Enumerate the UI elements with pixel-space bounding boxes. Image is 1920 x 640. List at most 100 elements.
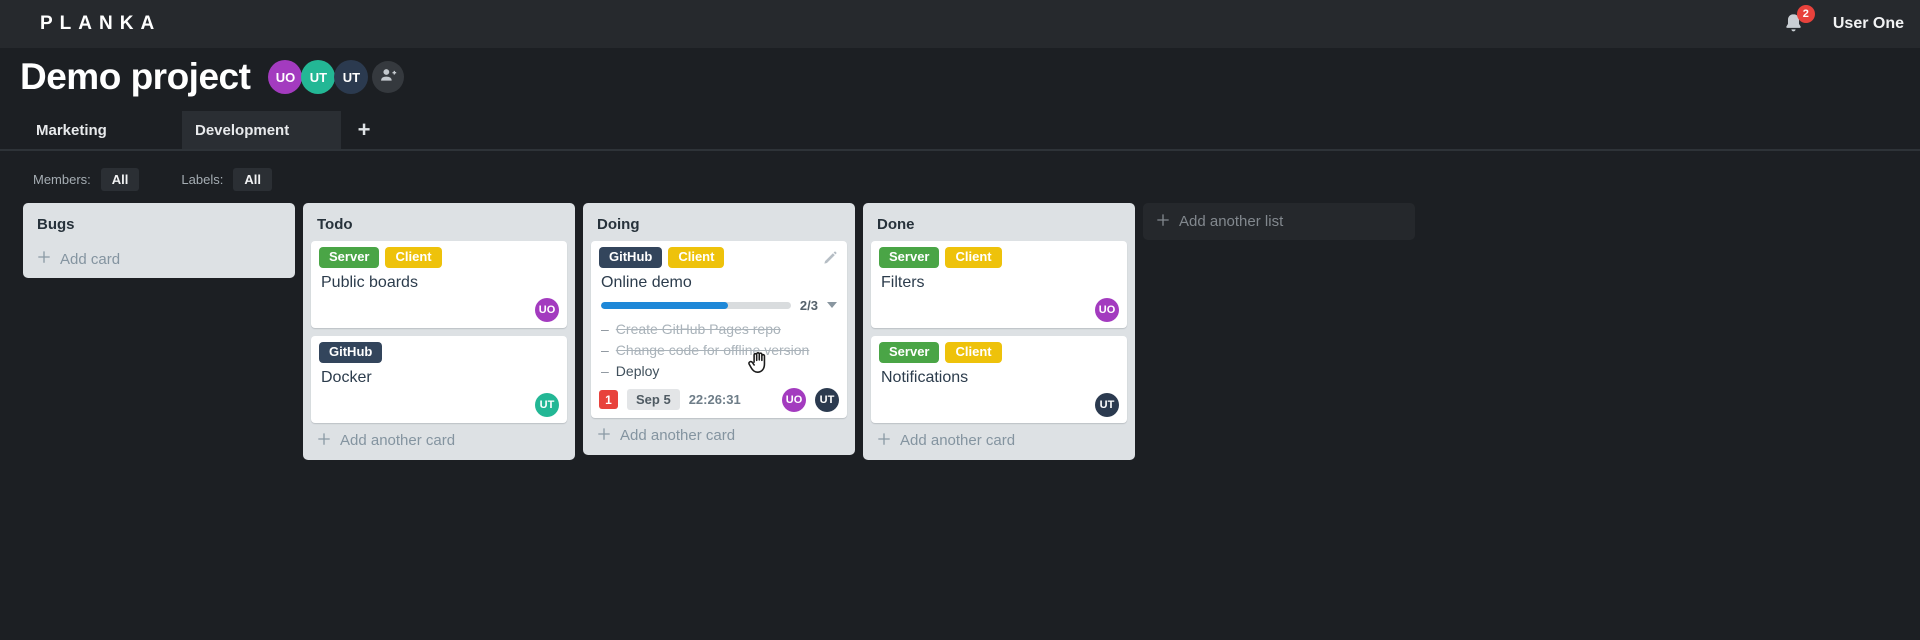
card-notifications[interactable]: Server Client Notifications UT <box>871 335 1127 423</box>
label-client: Client <box>385 247 442 268</box>
task-progress: 2/3 <box>601 298 837 313</box>
avatar[interactable]: UT <box>334 60 369 94</box>
app-bar: PLANKA 2 User One <box>0 0 1920 48</box>
add-card-button[interactable]: Add another card <box>863 423 1135 454</box>
card-title: Filters <box>881 273 925 291</box>
avatar[interactable]: UT <box>301 60 336 94</box>
card-labels: Server Client <box>879 247 1119 268</box>
person-plus-icon <box>378 65 398 90</box>
card-docker[interactable]: GitHub Docker UT <box>311 335 567 423</box>
add-card-button[interactable]: Add card <box>23 241 295 272</box>
card-members: UT <box>879 392 1119 417</box>
card-labels: GitHub <box>319 341 559 363</box>
list-todo: Todo Server Client Public boards UO GitH… <box>303 203 575 460</box>
add-card-button[interactable]: Add another card <box>303 423 575 454</box>
members-filter-value[interactable]: All <box>100 168 140 191</box>
tabs-divider <box>0 149 1920 151</box>
due-date-badge[interactable]: Sep 5 <box>627 389 680 410</box>
add-card-label: Add another card <box>900 432 1016 450</box>
labels-filter-label: Labels: <box>181 172 224 187</box>
avatar: UT <box>815 387 839 412</box>
project-title[interactable]: Demo project <box>20 56 251 98</box>
notification-count-badge: 2 <box>1796 5 1815 23</box>
list-bugs: Bugs Add card <box>23 203 295 278</box>
add-card-label: Add card <box>60 250 121 268</box>
tab-marketing[interactable]: Marketing <box>23 111 182 149</box>
timer-badge[interactable]: 22:26:31 <box>689 392 741 407</box>
task-list: – Create GitHub Pages repo – Change code… <box>601 320 837 381</box>
add-board-button[interactable]: + <box>341 111 387 149</box>
card-members: UT <box>319 392 559 417</box>
avatar: UT <box>535 392 559 417</box>
filter-bar: Members: All Labels: All <box>33 168 272 191</box>
card-title: Public boards <box>321 273 418 291</box>
progress-fill <box>601 301 729 309</box>
task-item: – Create GitHub Pages repo <box>601 320 781 337</box>
plus-icon <box>597 427 611 445</box>
labels-filter-value[interactable]: All <box>233 168 272 191</box>
task-item: – Change code for offline version <box>601 342 810 359</box>
project-header: Demo project UO UT UT <box>20 56 405 98</box>
label-client: Client <box>945 247 1002 268</box>
task-bullet: – <box>601 363 609 380</box>
board: Bugs Add card Todo Server Client Public … <box>23 203 1135 460</box>
edit-card-icon[interactable] <box>821 249 839 267</box>
list-header: Doing <box>583 203 855 241</box>
list-header: Todo <box>303 203 575 241</box>
chevron-down-icon[interactable] <box>827 302 837 309</box>
add-card-button[interactable]: Add another card <box>583 418 855 449</box>
task-bullet: – <box>601 320 609 337</box>
bell-icon <box>1781 14 1806 40</box>
card-members: UO <box>319 297 559 322</box>
plus-icon <box>317 432 331 450</box>
add-list-button[interactable]: Add another list <box>1143 203 1415 240</box>
list-title[interactable]: Doing <box>597 216 640 233</box>
card-labels: Server Client <box>319 247 559 268</box>
card-online-demo[interactable]: GitHub Client Online demo 2/3 – Create G… <box>591 241 847 418</box>
card-badges: 1 Sep 5 22:26:31 UO UT <box>599 387 839 412</box>
list-header: Done <box>863 203 1135 241</box>
plus-icon <box>37 250 51 268</box>
tab-development[interactable]: Development <box>182 111 341 149</box>
card-public-boards[interactable]: Server Client Public boards UO <box>311 241 567 328</box>
label-server: Server <box>879 247 940 268</box>
avatar: UO <box>1095 297 1119 322</box>
card-labels: GitHub Client <box>599 247 839 268</box>
avatar: UO <box>782 387 806 412</box>
planka-logo[interactable]: PLANKA <box>40 13 161 35</box>
cards-container: Server Client Public boards UO GitHub Do… <box>303 241 575 423</box>
list-done: Done Server Client Filters UO Server Cli… <box>863 203 1135 460</box>
list-title[interactable]: Todo <box>317 216 353 233</box>
avatar[interactable]: UO <box>268 60 303 94</box>
label-client: Client <box>945 341 1002 363</box>
cards-container: GitHub Client Online demo 2/3 – Create G… <box>583 241 855 418</box>
card-labels: Server Client <box>879 341 1119 363</box>
add-card-label: Add another card <box>340 432 456 450</box>
label-github: GitHub <box>319 341 383 363</box>
card-members: UO <box>879 297 1119 322</box>
members-filter-label: Members: <box>33 172 91 187</box>
list-title[interactable]: Done <box>877 216 915 233</box>
progress-count: 2/3 <box>799 297 818 313</box>
add-member-button[interactable] <box>372 61 405 93</box>
appbar-right: 2 User One <box>1781 5 1904 40</box>
list-header: Bugs <box>23 203 295 241</box>
notifications-button[interactable]: 2 <box>1781 5 1815 40</box>
plus-icon <box>877 432 891 450</box>
add-list-label: Add another list <box>1179 213 1284 230</box>
task-bullet: – <box>601 342 609 359</box>
progress-bar <box>601 301 791 309</box>
card-title: Notifications <box>881 368 969 386</box>
label-server: Server <box>319 247 380 268</box>
cards-container: Server Client Filters UO Server Client N… <box>863 241 1135 423</box>
project-members: UO UT UT <box>268 60 405 94</box>
plus-icon <box>1156 213 1170 231</box>
label-client: Client <box>668 247 725 268</box>
list-title[interactable]: Bugs <box>37 216 75 233</box>
list-doing: Doing GitHub Client Online demo 2/3 – Cr… <box>583 203 855 455</box>
add-card-label: Add another card <box>620 427 736 444</box>
card-filters[interactable]: Server Client Filters UO <box>871 241 1127 328</box>
user-menu[interactable]: User One <box>1833 15 1904 33</box>
card-notification-badge: 1 <box>599 390 618 409</box>
task-item: – Deploy <box>601 363 660 380</box>
